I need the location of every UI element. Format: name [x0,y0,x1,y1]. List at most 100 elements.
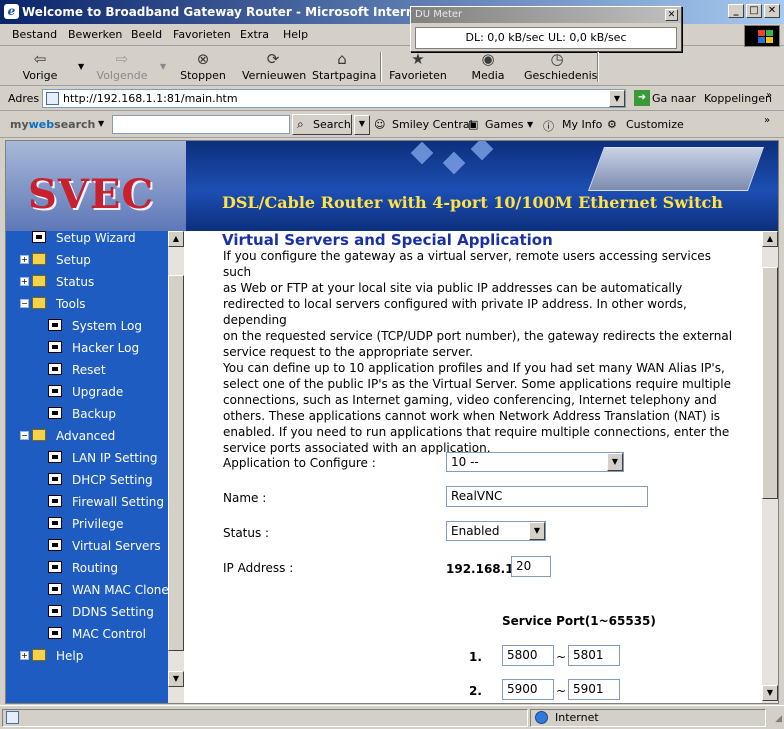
decor-diamond [442,151,466,175]
intro-paragraph: If you configure the gateway as a virtua… [223,249,733,455]
go-arrow-icon[interactable]: ➜ [634,90,650,106]
search-toolbar: mywebsearch ▼ ⌕ Search ▼ ☺ Smiley Central… [0,112,784,138]
toolbar: ⇦ Vorige ▼ ⇨ Volgende ▼ ⊗ Stoppen ⟳ Vernieuw… [0,48,784,86]
status-select[interactable]: Enabled ▼ [446,521,546,541]
customize-link[interactable]: Customize [626,118,684,131]
expand-icon[interactable]: + [20,255,29,264]
search-button[interactable]: ⌕ Search [292,114,352,135]
router-banner: SVEC DSL/Cable Router with 4-port 10/100… [6,141,778,231]
menu-help[interactable]: Help [283,28,308,41]
page-icon [48,319,62,331]
page-icon [48,341,62,353]
stop-button[interactable]: ⊗ Stoppen [180,50,226,82]
page-icon [48,583,62,595]
scroll-up-icon[interactable]: ▲ [762,231,778,247]
history-button[interactable]: ◷ Geschiedenis [524,50,597,82]
expand-icon[interactable]: + [20,651,29,660]
logo-dropdown-icon[interactable]: ▼ [98,119,104,128]
search-dropdown-icon[interactable]: ▼ [354,115,370,135]
mywebsearch-logo: mywebsearch [10,118,96,131]
folder-icon [32,253,46,265]
menu-favorieten[interactable]: Favorieten [173,28,231,41]
favorites-button[interactable]: ★ Favorieten [389,50,447,82]
port-from-input[interactable]: 5900 [502,679,554,700]
ip-input[interactable]: 20 [511,556,551,577]
service-port-header: Service Port(1~65535) [502,614,656,628]
window-controls: _ □ ✕ [728,4,780,18]
menu-bewerken[interactable]: Bewerken [68,28,122,41]
search-input[interactable] [112,115,290,134]
collapse-icon[interactable]: − [20,299,29,308]
favorites-icon: ★ [411,50,425,68]
address-label: Adres [8,92,40,105]
page-icon [48,451,62,463]
chevron-right-icon[interactable]: » [764,115,770,126]
back-button[interactable]: ⇦ Vorige [20,50,60,82]
globe-icon [535,711,548,724]
scroll-down-icon[interactable]: ▼ [762,685,778,701]
scroll-down-icon[interactable]: ▼ [168,671,184,687]
games-link[interactable]: Games [485,118,523,131]
links-button[interactable]: Koppelingen [704,92,772,105]
back-dropdown-icon[interactable]: ▼ [78,62,84,71]
ip-prefix: 192.168.1. [446,562,519,576]
home-button[interactable]: ⌂ Startpagina [312,50,376,82]
go-button[interactable]: Ga naar [652,92,696,105]
media-button[interactable]: ◉ Media [470,50,506,82]
sidebar-nav: Setup Wizard + Setup + Status − Tools Syste… [6,231,168,703]
maximize-button[interactable]: □ [746,4,762,18]
expand-icon[interactable]: + [20,277,29,286]
du-meter-window[interactable]: DU Meter ✕ DL: 0,0 kB/sec UL: 0,0 kB/sec [410,6,682,52]
name-input[interactable]: RealVNC [446,486,648,507]
close-button[interactable]: ✕ [764,4,780,18]
app-label: Application to Configure : [223,456,376,470]
port-to-input[interactable]: 5901 [568,679,620,700]
collapse-icon[interactable]: − [20,431,29,440]
page-title: Virtual Servers and Special Application [222,231,553,249]
chevron-right-icon[interactable]: » [766,90,772,101]
page-icon [48,539,62,551]
menu-extra[interactable]: Extra [240,28,269,41]
sidebar-scrollbar[interactable]: ▲ ▼ [168,231,184,703]
stop-icon: ⊗ [196,50,210,68]
smiley-central-link[interactable]: Smiley Central [392,118,473,131]
page-icon [48,561,62,573]
smiley-icon: ☺ [374,118,386,131]
forward-button[interactable]: ⇨ Volgende [96,50,148,82]
du-meter-title: DU Meter [411,7,681,23]
menu-beeld[interactable]: Beeld [131,28,162,41]
svec-logo: SVEC [28,171,155,218]
ip-label: IP Address : [223,561,294,575]
port-from-input[interactable]: 5800 [502,645,554,666]
app-select[interactable]: 10 -- ▼ [446,452,624,472]
main-panel: Virtual Servers and Special Application … [184,231,762,703]
resize-grip-icon[interactable]: ◢ [775,714,782,724]
scroll-thumb[interactable] [762,267,778,499]
scroll-thumb[interactable] [168,275,184,651]
scroll-up-icon[interactable]: ▲ [168,231,184,247]
page-icon [6,711,19,724]
page-icon [48,627,62,639]
forward-dropdown-icon[interactable]: ▼ [160,62,166,71]
menu-bestand[interactable]: Bestand [12,28,57,41]
page-icon [48,363,62,375]
chevron-down-icon[interactable]: ▼ [529,522,545,540]
minimize-button[interactable]: _ [728,4,744,18]
main-scrollbar[interactable]: ▲ ▼ [762,231,778,703]
page-icon [48,605,62,617]
my-info-link[interactable]: My Info [562,118,602,131]
folder-open-icon [32,429,46,441]
du-meter-close-icon[interactable]: ✕ [665,9,678,21]
port-to-input[interactable]: 5801 [568,645,620,666]
browser-viewport: SVEC DSL/Cable Router with 4-port 10/100… [5,140,779,704]
chevron-down-icon[interactable]: ▼ [607,453,623,471]
history-icon: ◷ [550,50,564,68]
games-dropdown-icon[interactable]: ▼ [527,120,533,129]
windows-logo-icon [744,25,780,47]
games-icon: ▣ [468,118,479,131]
address-dropdown-icon[interactable]: ▼ [609,90,625,107]
port-range-separator: ~ [556,650,567,664]
refresh-button[interactable]: ⟳ Vernieuwen [242,50,306,82]
address-input[interactable]: http://192.168.1.1:81/main.htm ▼ [42,89,626,108]
decor-diamond [470,141,494,161]
